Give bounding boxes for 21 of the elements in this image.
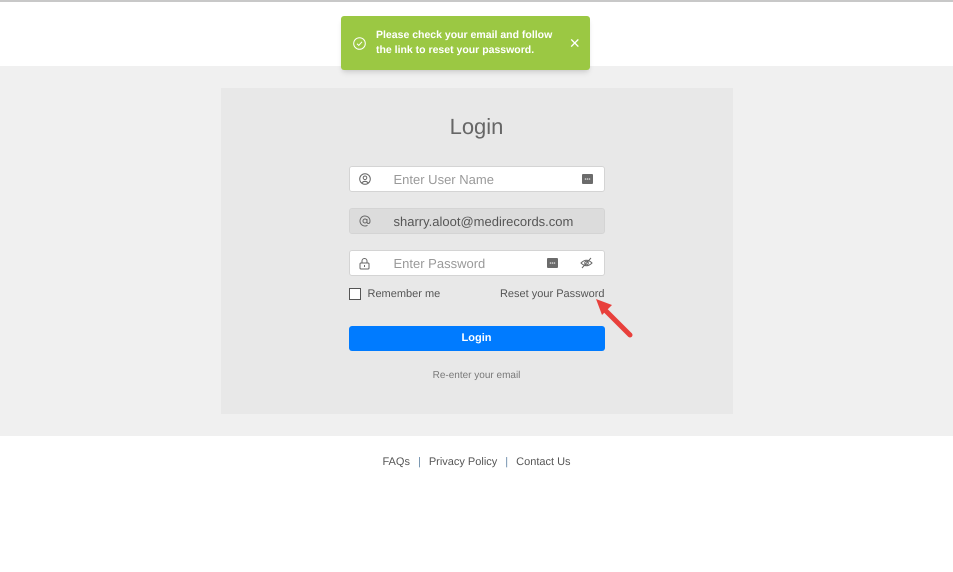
toast-message: Please check your email and follow the link to reset your password. [376, 28, 554, 58]
login-title: Login [450, 116, 504, 138]
footer-link[interactable]: FAQs [382, 454, 410, 470]
footer-link[interactable]: Contact Us [516, 454, 571, 470]
remember-label: Remember me [368, 287, 440, 302]
password-manager-icon[interactable] [546, 258, 558, 268]
login-button[interactable]: Login [348, 326, 604, 350]
eye-slash-icon[interactable] [580, 257, 592, 269]
reset-password-link[interactable]: Reset your Password [500, 286, 604, 302]
check-circle-icon [353, 36, 366, 50]
separator: | [505, 455, 508, 470]
input-field[interactable]: Enter Password [348, 250, 604, 276]
reenter-email-link[interactable]: Re-enter your email [432, 368, 520, 382]
remember-checkbox[interactable] [348, 288, 360, 300]
footer-link[interactable]: Privacy Policy [428, 454, 498, 470]
input-field[interactable]: Enter User Name [348, 166, 604, 192]
user-icon [358, 173, 370, 185]
at-icon [358, 215, 370, 227]
lock-icon [358, 256, 370, 270]
password-manager-icon[interactable] [582, 174, 592, 184]
separator: | [418, 455, 421, 470]
